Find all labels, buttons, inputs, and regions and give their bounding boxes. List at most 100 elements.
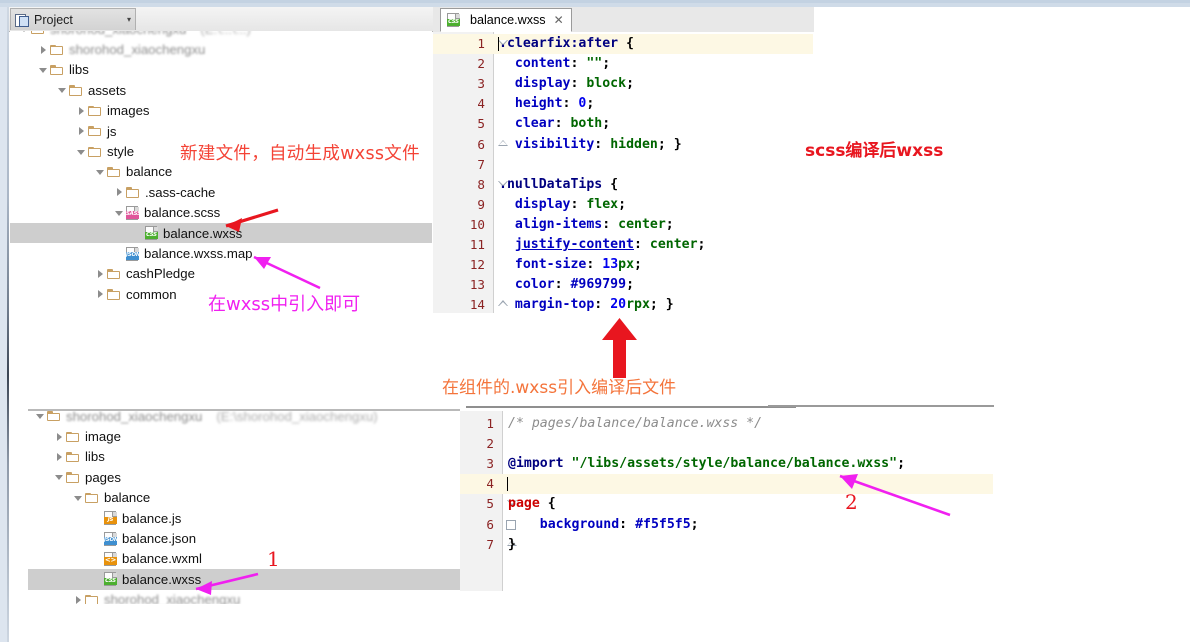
tree-row[interactable]: cashPledge <box>94 264 195 284</box>
editor-top-code[interactable]: 1 .clearfix:after {2 content: ""; 3 displa… <box>433 32 1190 313</box>
tree-arrow-expanded[interactable] <box>113 207 125 219</box>
tree-row[interactable]: shorohod_xiaochengxu <box>72 590 240 604</box>
code-token: : <box>554 277 571 293</box>
tree-arrow-collapsed[interactable] <box>72 594 84 604</box>
code-token: ; <box>626 277 635 293</box>
tree-arrow-collapsed[interactable] <box>53 431 65 443</box>
code-token: ; } <box>657 136 682 152</box>
tree-row[interactable]: libs <box>37 60 89 80</box>
tree-row[interactable]: JSON balance.wxss.map <box>113 243 252 263</box>
tree-arrow-none <box>91 533 103 545</box>
tree-row[interactable]: images <box>75 101 150 121</box>
code-line[interactable]: visibility: hidden; } <box>499 135 682 155</box>
folder-icon <box>107 166 122 178</box>
text-caret <box>498 37 500 52</box>
tree-row[interactable]: shorohod_xiaochengxu <box>37 39 205 59</box>
code-line[interactable]: font-size: 13px; <box>499 255 642 275</box>
tree-row[interactable]: pages <box>53 467 121 487</box>
wxml-file-icon: <> <box>104 551 118 566</box>
code-token: visibility <box>514 136 595 152</box>
project-tab[interactable]: Project ▾ <box>10 8 136 30</box>
code-line[interactable]: margin-top: 20rpx; } <box>499 295 674 315</box>
code-line[interactable]: display: block; <box>499 74 634 94</box>
tree-row[interactable]: shorohod_xiaochengxu (E:\shorohod_xiaoche… <box>34 411 378 426</box>
editor-tab-balance-wxss[interactable]: CSS balance.wxss ✕ <box>440 8 572 32</box>
code-token: : <box>586 257 603 273</box>
tree-arrow-expanded[interactable] <box>37 64 49 76</box>
tree-arrow-expanded[interactable] <box>34 411 46 422</box>
tree-row[interactable]: shorohod_xiaochengxu (E:\...\...) <box>18 31 251 39</box>
folder-icon <box>88 146 103 158</box>
tree-row[interactable]: assets <box>56 80 126 100</box>
line-number: 11 <box>469 237 485 252</box>
code-line[interactable]: /* pages/balance/balance.wxss */ <box>508 414 762 434</box>
code-line[interactable]: } <box>508 535 516 555</box>
code-line[interactable]: display: flex; <box>499 195 626 215</box>
editor-tabbar: CSS balance.wxss ✕ <box>433 7 1190 33</box>
code-token: : <box>570 76 587 92</box>
code-line[interactable]: align-items: center; <box>499 215 674 235</box>
code-line[interactable]: justify-content: center; <box>499 235 706 255</box>
code-token: ; } <box>649 297 674 313</box>
code-token: ; <box>602 116 611 132</box>
sass-file-icon: SASS <box>126 205 141 220</box>
tree-arrow-expanded[interactable] <box>94 166 106 178</box>
tree-arrow-collapsed[interactable] <box>53 451 65 463</box>
tree-arrow-expanded[interactable] <box>75 146 87 158</box>
code-line[interactable]: @import "/libs/assets/style/balance/bala… <box>508 454 905 474</box>
folder-icon <box>126 186 141 198</box>
code-token: } <box>508 536 516 552</box>
editor-bottom-code[interactable]: 1 /* pages/balance/balance.wxss */ 2 3 @impo… <box>460 411 994 591</box>
code-line[interactable]: .clearfix:after { <box>499 34 634 54</box>
tree-row[interactable]: SASS balance.scss <box>113 203 220 223</box>
annotation-red-top-right: scss编译后wxss <box>805 141 944 161</box>
project-file-tree[interactable]: shorohod_xiaochengxu(E:\...\...)shorohod… <box>10 31 432 313</box>
lower-editor-divider <box>466 406 796 408</box>
chevron-down-icon[interactable]: ▾ <box>127 15 131 24</box>
tree-row[interactable]: image <box>53 426 121 446</box>
code-line[interactable]: background: #f5f5f5; <box>508 515 699 535</box>
code-line[interactable]: page { <box>508 494 556 514</box>
line-number: 1 <box>486 416 494 431</box>
tree-arrow-collapsed[interactable] <box>37 44 49 56</box>
tree-row[interactable]: CSS balance.wxss <box>10 223 432 244</box>
tree-arrow-collapsed[interactable] <box>75 105 87 117</box>
tree-row[interactable]: JSON balance.json <box>91 528 196 548</box>
tree-item-path: (E:\...\...) <box>200 31 251 37</box>
tree-row[interactable]: JS balance.js <box>91 508 181 528</box>
tree-row[interactable]: balance <box>72 488 150 508</box>
tree-row[interactable]: <> balance.wxml <box>91 549 202 569</box>
tree-row[interactable]: js <box>75 121 117 141</box>
tree-row[interactable]: balance <box>94 162 172 182</box>
tree-item-label: balance.js <box>122 510 182 526</box>
tree-arrow-collapsed[interactable] <box>94 268 106 280</box>
tree-arrow-none <box>91 573 103 585</box>
text-caret <box>507 477 509 492</box>
tree-arrow-expanded[interactable] <box>18 31 30 35</box>
code-line[interactable]: .nullDataTips { <box>499 175 618 195</box>
code-line[interactable]: height: 0; <box>499 94 594 114</box>
tree-arrow-collapsed[interactable] <box>113 186 125 198</box>
close-icon[interactable]: ✕ <box>554 13 564 27</box>
code-token: ; <box>690 516 699 532</box>
code-token: page <box>508 496 540 512</box>
tree-row[interactable]: .sass-cache <box>113 182 215 202</box>
lower-file-tree[interactable]: shorohod_xiaochengxu (E:\shorohod_xiaoche… <box>28 411 460 604</box>
tree-arrow-none <box>132 227 144 239</box>
tree-row[interactable]: libs <box>53 447 105 467</box>
folder-icon <box>66 431 81 443</box>
tree-arrow-expanded[interactable] <box>56 84 68 96</box>
tree-row[interactable]: CSS balance.wxss <box>28 569 460 590</box>
code-line[interactable]: clear: both; <box>499 114 610 134</box>
tree-arrow-expanded[interactable] <box>72 492 84 504</box>
code-line[interactable]: color: #969799; <box>499 275 634 295</box>
tree-row[interactable]: common <box>94 284 177 304</box>
tree-arrow-collapsed[interactable] <box>94 288 106 300</box>
tree-arrow-collapsed[interactable] <box>75 125 87 137</box>
tree-arrow-expanded[interactable] <box>53 471 65 483</box>
annotation-red-top-left-clip: 新建文件，自动生成wxss文件 <box>178 136 433 164</box>
tree-row[interactable]: style <box>75 141 134 161</box>
code-line[interactable]: content: ""; <box>499 54 610 74</box>
